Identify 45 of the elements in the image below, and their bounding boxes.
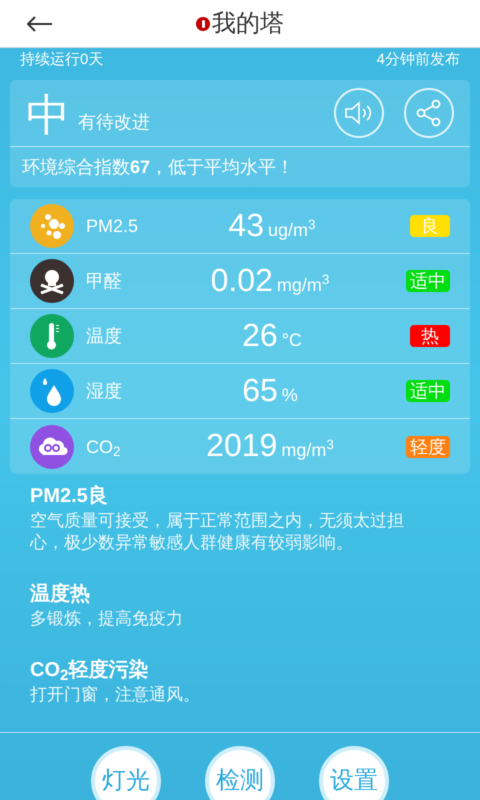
running-days: 持续运行0天 xyxy=(20,48,104,72)
index-summary: 环境综合指数67，低于平均水平！ xyxy=(21,156,296,179)
grade: 中 xyxy=(26,94,70,138)
metric-value: 65 xyxy=(242,374,278,406)
metric-name: 甲醛 xyxy=(86,270,123,293)
publish-time: 4分钟前发布 xyxy=(376,50,460,70)
metric-value: 0.02 xyxy=(210,264,273,296)
share-button[interactable] xyxy=(404,88,454,138)
metric-unit: mg/m$^{3}$ xyxy=(276,270,330,297)
level-badge: 热 xyxy=(410,325,450,347)
sound-button[interactable] xyxy=(334,88,384,138)
metric-name: 温度 xyxy=(86,325,123,348)
advice-text: 空气质量可接受，属于正常范围之内，无须太过担心，极少数异常敏感人群健康有较弱影响。 xyxy=(30,510,405,554)
page-title: 我的塔 xyxy=(212,8,284,38)
advice-title: 温度热 xyxy=(30,582,91,607)
back-arrow-icon xyxy=(27,16,53,32)
grade-text: 有待改进 xyxy=(78,111,150,134)
nav-button[interactable]: 设置 xyxy=(319,746,389,800)
thermometer-icon xyxy=(30,314,74,358)
particles-icon xyxy=(30,204,74,248)
nav-button[interactable]: 灯光 xyxy=(91,746,161,800)
advice-title: PM2.5良 xyxy=(30,484,109,509)
share-icon xyxy=(416,99,442,127)
level-badge: 适中 xyxy=(406,270,450,292)
metric-unit: % xyxy=(282,384,298,406)
metric-name: CO$_{2}$ xyxy=(86,436,122,460)
level-badge: 良 xyxy=(410,215,450,237)
nav-button[interactable]: 检测 xyxy=(205,746,275,800)
skull-icon xyxy=(30,259,74,303)
metric-name: 湿度 xyxy=(86,380,123,403)
metric-value: 43 xyxy=(228,208,264,240)
cloud-icon xyxy=(30,424,74,468)
metric-name: PM2.5 xyxy=(86,215,140,238)
metric-unit: mg/m$^{3}$ xyxy=(281,436,334,462)
advice-title: CO$_{2}$轻度污染 xyxy=(30,658,150,684)
metric-unit: ug/m$^{3}$ xyxy=(268,216,316,242)
metric-unit: °C xyxy=(282,328,302,352)
advice-text: 打开门窗，注意通风。 xyxy=(30,684,201,706)
metric-value: 26 xyxy=(242,318,278,350)
water-drop-icon xyxy=(30,369,74,413)
speaker-icon xyxy=(344,101,374,125)
level-badge: 轻度 xyxy=(406,436,450,458)
level-badge: 适中 xyxy=(406,380,450,402)
advice-text: 多锻炼，提高免疫力 xyxy=(30,608,184,630)
metric-value: 2019 xyxy=(206,429,278,461)
